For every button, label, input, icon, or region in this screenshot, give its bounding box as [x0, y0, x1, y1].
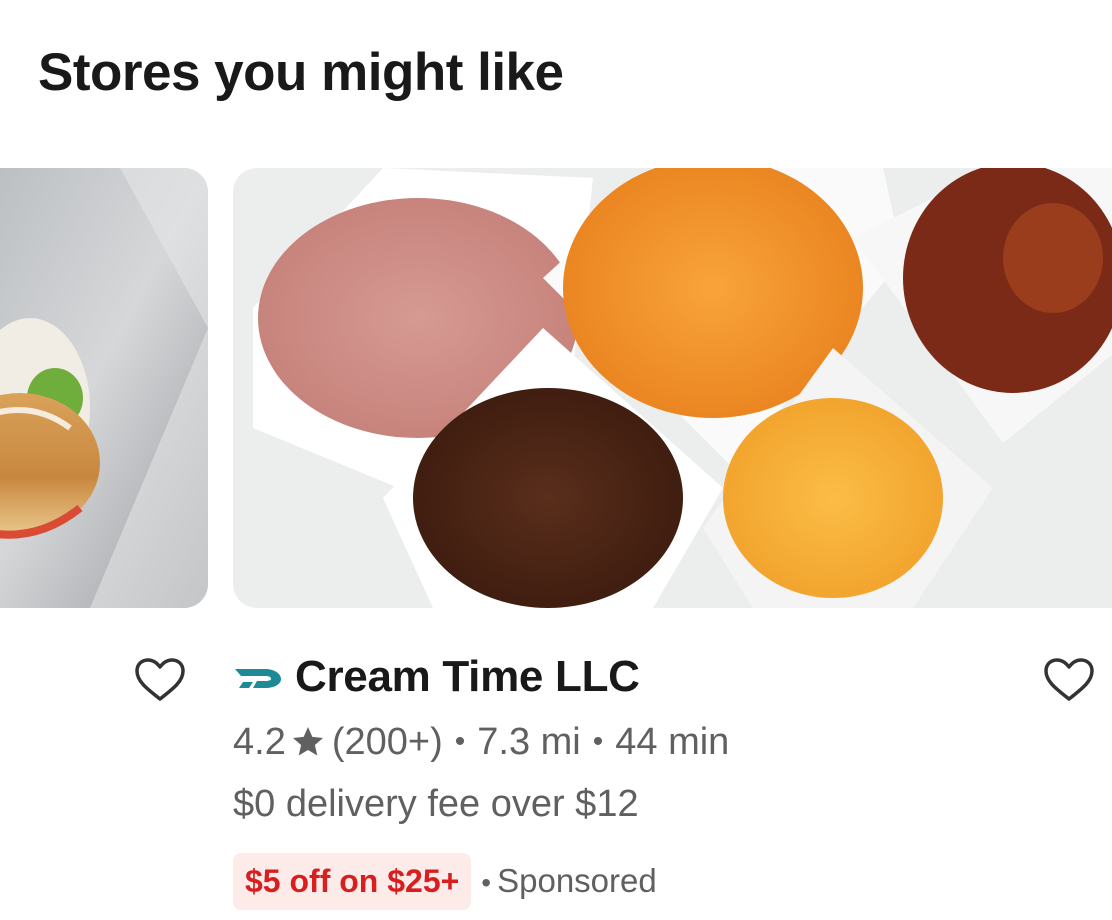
- store-image[interactable]: [233, 168, 1112, 608]
- delivery-fee: $0 delivery fee over $12: [233, 776, 639, 832]
- store-name-row[interactable]: Cream Time LLC: [233, 645, 640, 709]
- store-name: Cream Time LLC: [295, 652, 640, 701]
- sponsored-text: Sponsored: [497, 862, 657, 899]
- favorite-heart-icon[interactable]: [1043, 657, 1095, 703]
- dashpass-icon: [235, 669, 281, 688]
- food-photo: [233, 168, 1112, 608]
- delivery-fee-text: $0 delivery fee over $12: [233, 782, 639, 825]
- delivery-time: 44 min: [615, 720, 730, 763]
- rating-value: 4.2: [233, 720, 286, 763]
- promo-badge: $5 off on $25+: [233, 852, 472, 910]
- star-icon: [292, 727, 323, 756]
- distance: 7.3 mi: [477, 720, 581, 763]
- separator-dot: •: [481, 867, 492, 898]
- favorite-heart-icon[interactable]: [134, 657, 186, 703]
- store-meta: 4.2 (200+) • 7.3 mi • 44 min: [233, 714, 729, 770]
- section-title: Stores you might like: [38, 43, 564, 102]
- separator-dot: •: [454, 725, 466, 758]
- sandwich-photo: [0, 168, 208, 608]
- separator-dot: •: [592, 725, 604, 758]
- promo-row: $5 off on $25+ • Sponsored: [233, 851, 657, 911]
- review-count: (200+): [331, 720, 443, 763]
- sponsored-label: • Sponsored: [481, 862, 656, 900]
- previous-store-image[interactable]: [0, 168, 208, 608]
